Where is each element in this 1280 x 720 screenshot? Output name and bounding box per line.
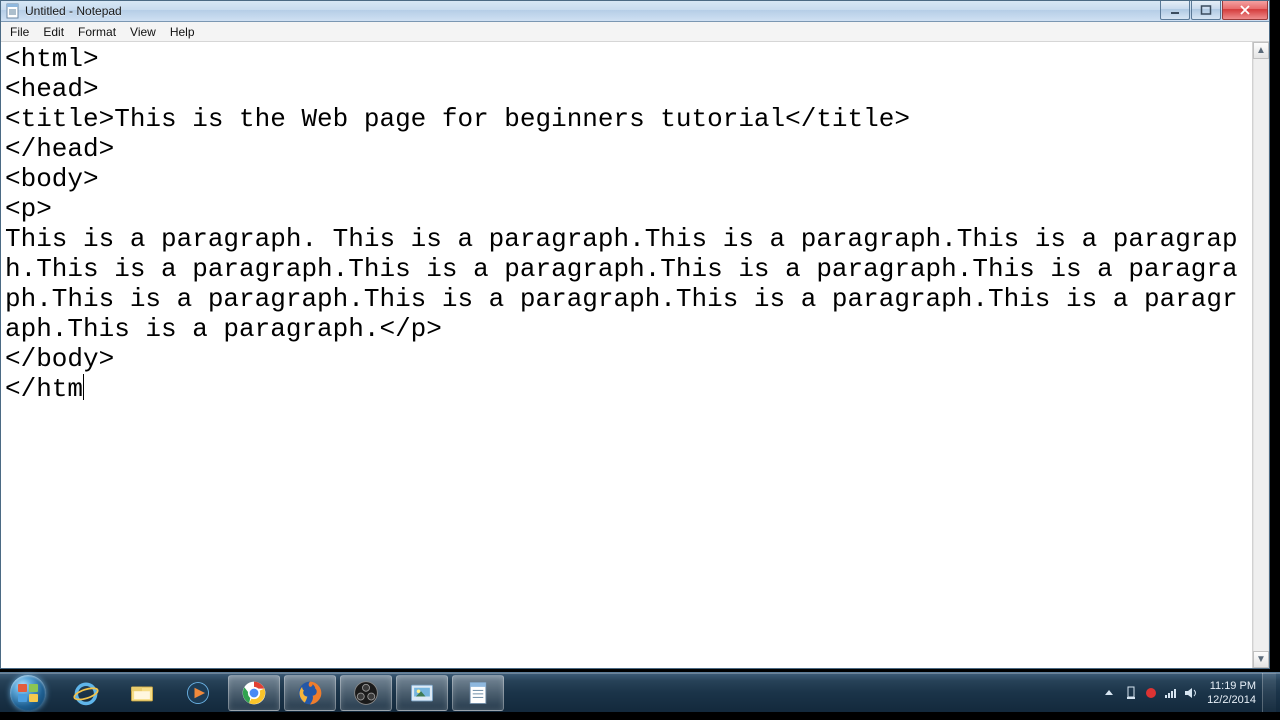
network-icon[interactable] <box>1162 686 1180 700</box>
editor-text: <html> <head> <title>This is the Web pag… <box>5 44 1238 404</box>
menu-file[interactable]: File <box>3 23 36 41</box>
menu-edit[interactable]: Edit <box>36 23 71 41</box>
text-area[interactable]: <html> <head> <title>This is the Web pag… <box>1 42 1252 668</box>
action-center-icon[interactable] <box>1122 686 1140 700</box>
menu-bar: File Edit Format View Help <box>1 22 1269 42</box>
notepad-window: Untitled - Notepad File Edit Format View… <box>0 0 1270 669</box>
menu-help[interactable]: Help <box>163 23 202 41</box>
tray-app-icon[interactable] <box>1142 686 1160 700</box>
scroll-up-button[interactable]: ▲ <box>1253 42 1269 59</box>
obs-icon[interactable] <box>340 675 392 711</box>
window-buttons <box>1160 1 1269 21</box>
taskbar-items <box>56 673 506 712</box>
menu-view[interactable]: View <box>123 23 163 41</box>
taskbar: 11:19 PM 12/2/2014 <box>0 672 1280 712</box>
notepad-app-icon <box>5 3 21 19</box>
show-hidden-icons[interactable] <box>1101 685 1117 701</box>
start-orb-icon <box>10 675 46 711</box>
client-area: <html> <head> <title>This is the Web pag… <box>1 42 1269 668</box>
scroll-down-button[interactable]: ▼ <box>1253 651 1269 668</box>
clock-time: 11:19 PM <box>1207 679 1256 693</box>
gallery-icon[interactable] <box>396 675 448 711</box>
show-desktop-button[interactable] <box>1262 673 1276 713</box>
explorer-icon[interactable] <box>116 675 168 711</box>
maximize-button[interactable] <box>1191 1 1221 20</box>
window-title: Untitled - Notepad <box>25 4 1160 18</box>
vertical-scrollbar[interactable]: ▲ ▼ <box>1252 42 1269 668</box>
minimize-button[interactable] <box>1160 1 1190 20</box>
menu-format[interactable]: Format <box>71 23 123 41</box>
chrome-icon[interactable] <box>228 675 280 711</box>
clock-date: 12/2/2014 <box>1207 693 1256 707</box>
text-caret <box>83 374 84 400</box>
taskbar-clock[interactable]: 11:19 PM 12/2/2014 <box>1207 679 1256 707</box>
scroll-track[interactable] <box>1253 59 1269 651</box>
title-bar[interactable]: Untitled - Notepad <box>1 1 1269 22</box>
system-tray: 11:19 PM 12/2/2014 <box>1101 673 1280 712</box>
firefox-icon[interactable] <box>284 675 336 711</box>
ie-icon[interactable] <box>60 675 112 711</box>
start-button[interactable] <box>0 673 56 712</box>
notepad-icon[interactable] <box>452 675 504 711</box>
wmplayer-icon[interactable] <box>172 675 224 711</box>
close-button[interactable] <box>1222 1 1268 20</box>
volume-icon[interactable] <box>1182 686 1200 700</box>
